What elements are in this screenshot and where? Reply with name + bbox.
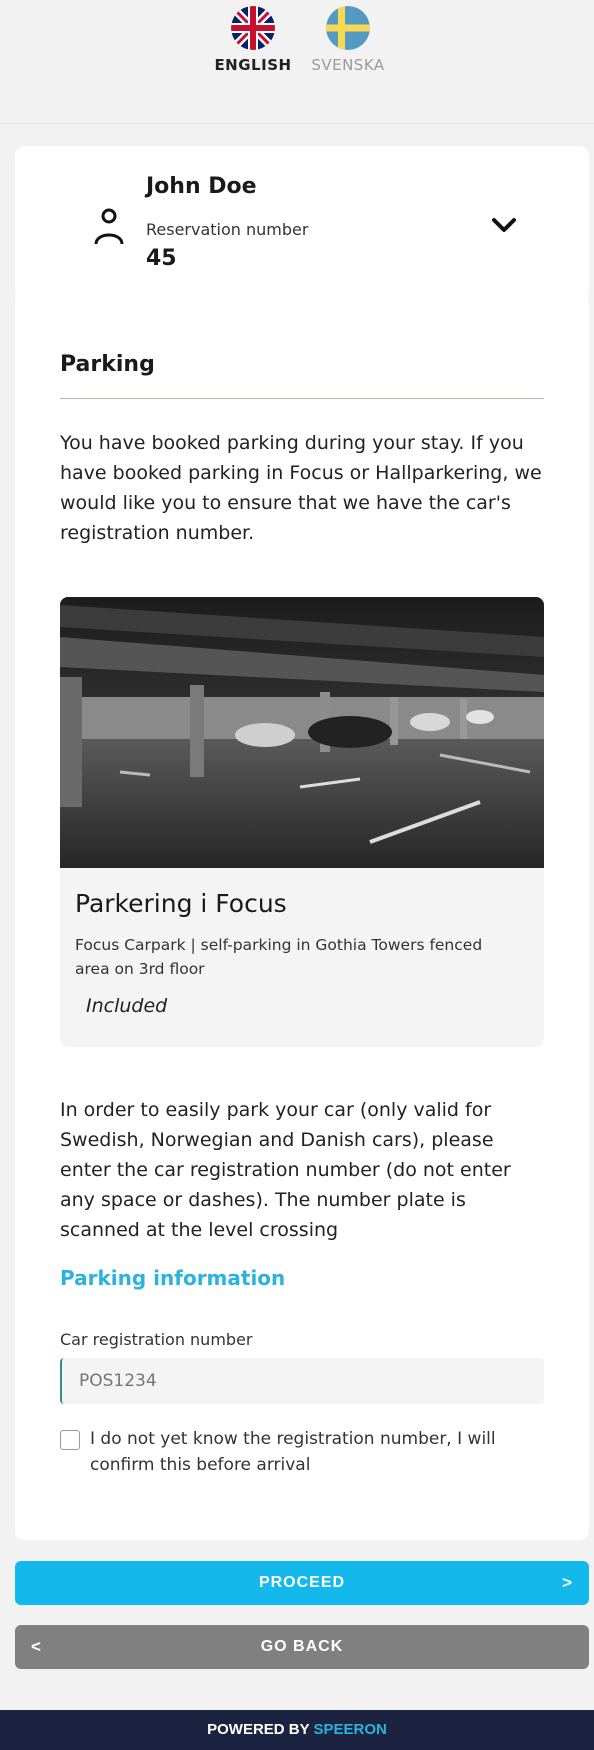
product-price: Included xyxy=(86,995,168,1017)
proceed-button[interactable]: PROCEED > xyxy=(15,1561,589,1605)
product-card: Parkering i Focus Focus Carpark | self-p… xyxy=(60,597,544,1047)
parking-information-link[interactable]: Parking information xyxy=(60,1266,285,1290)
parking-card: Parking You have booked parking during y… xyxy=(15,292,589,1540)
footer: POWERED BY SPEERON xyxy=(0,1710,594,1750)
registration-number-input[interactable] xyxy=(60,1358,544,1404)
language-english[interactable]: ENGLISH xyxy=(208,6,298,74)
chevron-right-icon: > xyxy=(562,1573,573,1592)
section-title: Parking xyxy=(60,352,155,377)
chevron-left-icon: < xyxy=(31,1637,42,1656)
language-swedish[interactable]: SVENSKA xyxy=(303,6,393,74)
instructions-text: In order to easily park your car (only v… xyxy=(60,1099,511,1241)
checkbox-label: I do not yet know the registration numbe… xyxy=(90,1429,496,1475)
language-swedish-label: SVENSKA xyxy=(311,56,385,74)
reservation-label: Reservation number xyxy=(146,220,309,239)
guest-card[interactable]: John Doe Reservation number 45 xyxy=(15,146,589,301)
product-name: Parkering i Focus xyxy=(75,889,287,918)
registration-field-label: Car registration number xyxy=(60,1330,253,1349)
person-icon xyxy=(94,208,124,245)
reservation-number: 45 xyxy=(146,246,177,271)
language-english-label: ENGLISH xyxy=(214,56,292,74)
sweden-flag-icon xyxy=(326,6,370,50)
language-bar: ENGLISH SVENSKA xyxy=(0,0,594,124)
intro-text: You have booked parking during your stay… xyxy=(60,432,542,544)
carpark-photo xyxy=(60,597,544,868)
go-back-label: GO BACK xyxy=(260,1638,344,1655)
uk-flag-icon xyxy=(231,6,275,50)
chevron-down-icon[interactable] xyxy=(489,212,519,238)
unknown-registration-checkbox[interactable] xyxy=(60,1430,80,1450)
go-back-button[interactable]: < GO BACK xyxy=(15,1625,589,1669)
footer-brand[interactable]: SPEERON xyxy=(314,1721,387,1738)
guest-name: John Doe xyxy=(146,174,257,199)
product-description: Focus Carpark | self-parking in Gothia T… xyxy=(75,936,483,978)
proceed-label: PROCEED xyxy=(258,1574,346,1591)
footer-prefix: POWERED BY xyxy=(207,1721,314,1738)
divider xyxy=(60,398,544,399)
